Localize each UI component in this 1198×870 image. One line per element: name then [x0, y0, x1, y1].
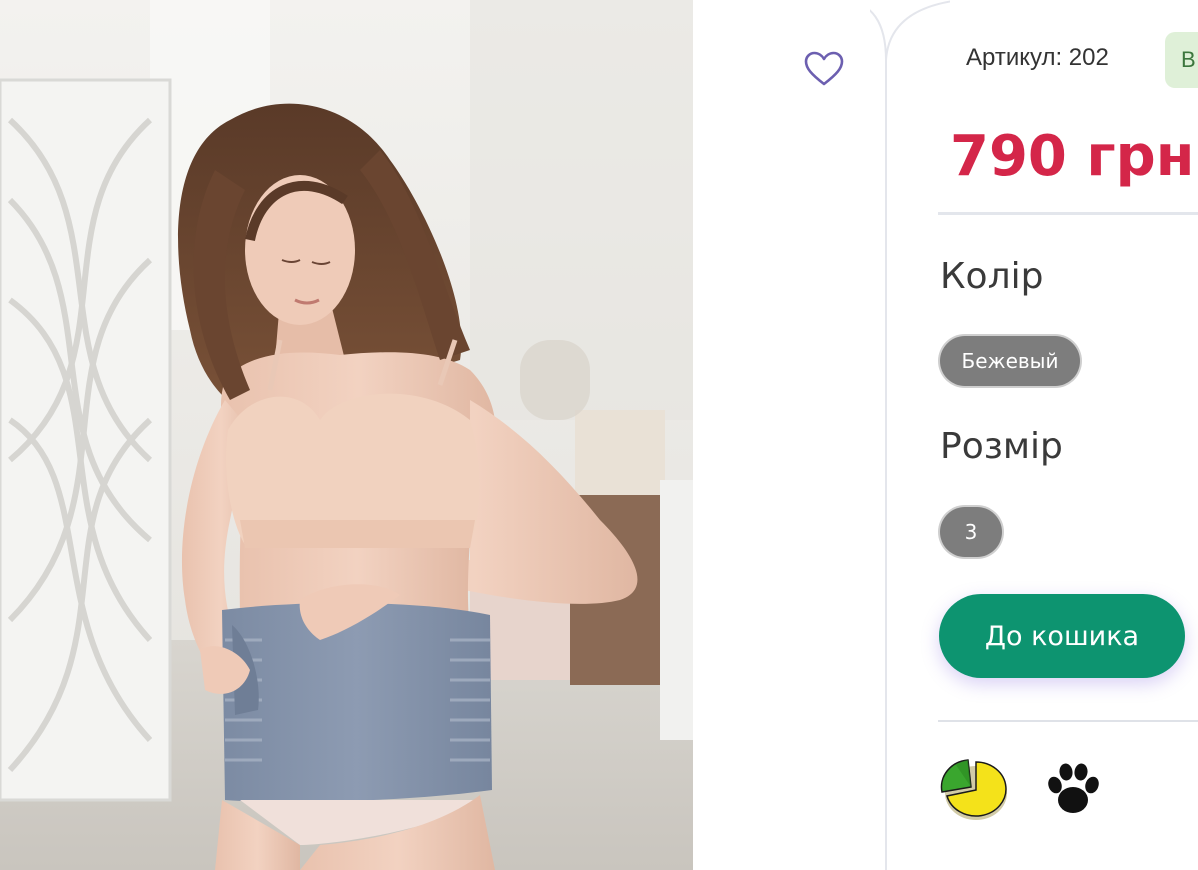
size-section-title: Розмір: [940, 426, 1063, 467]
product-photo-illustration: [0, 0, 693, 870]
color-section-title: Колір: [940, 256, 1044, 297]
product-page: Артикул: 202 В 790 грн Колір Бежевый Роз…: [0, 0, 1198, 870]
paw-print-icon: [1048, 763, 1099, 813]
price-divider: [938, 212, 1198, 215]
product-photo[interactable]: [0, 0, 693, 870]
panel-edge: [870, 0, 950, 870]
product-price: 790 грн: [950, 124, 1195, 189]
add-to-cart-button[interactable]: До кошика: [939, 594, 1185, 678]
sku-label: Артикул: 202: [966, 44, 1109, 71]
favorite-button[interactable]: [803, 50, 845, 88]
pie-chart-icon: [940, 759, 1007, 820]
heart-outline-icon: [804, 51, 844, 86]
features-divider: [938, 720, 1198, 722]
product-info-panel: Артикул: 202 В 790 грн Колір Бежевый Роз…: [870, 0, 1198, 870]
color-option-chip[interactable]: Бежевый: [940, 336, 1080, 386]
size-option-chip[interactable]: 3: [940, 507, 1002, 557]
stock-status-badge: В: [1165, 32, 1198, 88]
